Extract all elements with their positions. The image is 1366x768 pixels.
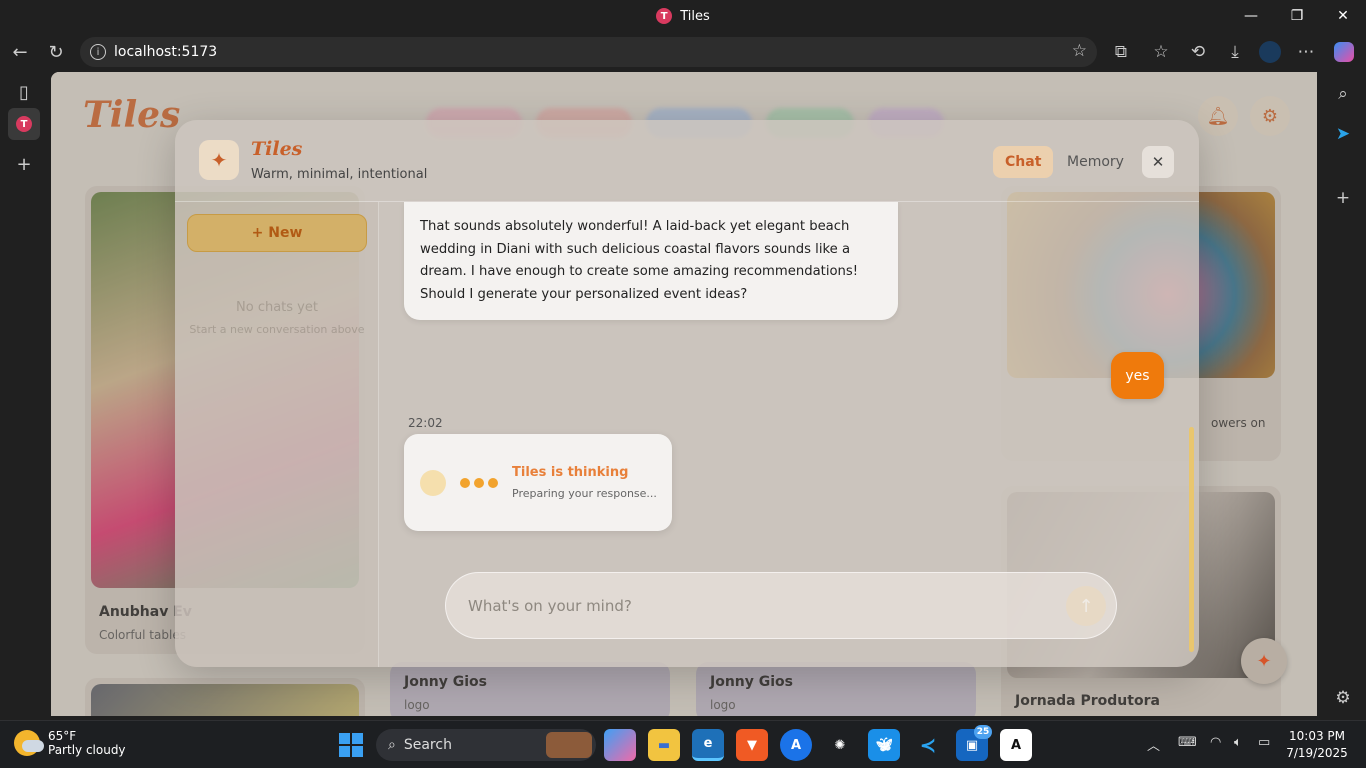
weather-desc: Partly cloudy — [48, 743, 126, 757]
thinking-subtitle: Preparing your response... — [512, 487, 657, 500]
notion-icon[interactable]: A — [1000, 729, 1032, 761]
address-bar[interactable]: i localhost:5173 ☆ — [80, 37, 1097, 67]
modal-title: Tiles — [251, 138, 303, 160]
weather-temp: 65°F — [48, 729, 77, 743]
thinking-title: Tiles is thinking — [512, 465, 629, 480]
keyboard-icon[interactable]: ⌨ — [1178, 735, 1197, 750]
modal-header: ✦ Tiles Warm, minimal, intentional Chat … — [175, 120, 1199, 202]
tiles-tab-favicon-icon: T — [16, 116, 32, 132]
message-composer: ↑ — [445, 572, 1117, 639]
close-window-icon[interactable]: ✕ — [1320, 0, 1366, 32]
close-modal-icon[interactable]: ✕ — [1142, 146, 1174, 178]
ai-assistant-fab-sparkle-icon[interactable]: ✦ — [1241, 638, 1287, 684]
tiles-favicon-icon: T — [656, 8, 673, 24]
reload-icon[interactable]: ↻ — [40, 36, 72, 68]
new-chat-button[interactable]: + New — [187, 214, 367, 252]
new-tab-icon[interactable]: + — [8, 148, 40, 180]
typing-dot — [488, 478, 498, 488]
search-icon[interactable]: ⌕ — [1327, 78, 1359, 110]
empty-chats-subtitle: Start a new conversation above — [189, 323, 365, 336]
sparkle-icon: ✦ — [199, 140, 239, 180]
tab-chat[interactable]: Chat — [993, 146, 1054, 178]
copilot-app-icon[interactable] — [604, 729, 636, 761]
sidebar-rail: ⌕ ➤ + ⚙ — [1320, 72, 1366, 720]
site-info-icon[interactable]: i — [90, 44, 106, 60]
window-title: Tiles — [680, 8, 710, 24]
title-bar: T Tiles — ❐ ✕ — [0, 0, 1366, 32]
partly-cloudy-icon — [14, 730, 44, 756]
message-input[interactable] — [468, 591, 1028, 621]
windows-start-icon[interactable] — [339, 733, 363, 757]
chat-messages-area[interactable]: That sounds absolutely wonderful! A laid… — [380, 202, 1199, 667]
minimize-icon[interactable]: — — [1228, 0, 1274, 32]
system-clock[interactable]: 10:03 PM 7/19/2025 — [1284, 728, 1350, 762]
extensions-icon[interactable]: ⧉ — [1105, 36, 1137, 68]
typing-dot — [460, 478, 470, 488]
clock-time: 10:03 PM — [1289, 729, 1345, 743]
sidebar-settings-icon[interactable]: ⚙ — [1327, 682, 1359, 714]
add-sidebar-app-icon[interactable]: + — [1327, 182, 1359, 214]
weather-widget[interactable]: 65°F Partly cloudy — [14, 729, 126, 757]
clock-date: 7/19/2025 — [1286, 746, 1348, 760]
wifi-icon[interactable]: ◠ — [1210, 735, 1221, 750]
send-arrow-icon[interactable]: ↑ — [1066, 586, 1106, 626]
assistant-avatar — [420, 470, 446, 496]
tab-tiles[interactable]: T — [8, 108, 40, 140]
message-timestamp: 22:02 — [408, 416, 443, 430]
page-viewport: Tiles 🔔︎ ⚙ Anubhav Ev Colorful tables Jo… — [51, 72, 1317, 716]
history-icon[interactable]: ⟲ — [1182, 36, 1214, 68]
window-title-group: T Tiles — [656, 8, 710, 24]
profile-avatar[interactable] — [1254, 36, 1286, 68]
taskbar: 65°F Partly cloudy ⌕ Search ▬ e ▼ A ✺ 🦋︎… — [0, 720, 1366, 768]
vscode-icon[interactable]: ≺ — [912, 729, 944, 761]
edge-browser-icon[interactable]: e — [692, 729, 724, 761]
bluesky-icon[interactable]: 🦋︎ — [868, 729, 900, 761]
assistant-message: That sounds absolutely wonderful! A laid… — [404, 202, 898, 320]
tray-overflow-chevron-icon[interactable]: ︿ — [1147, 735, 1160, 754]
search-highlight-image — [546, 732, 592, 758]
telegram-icon[interactable]: ➤ — [1327, 118, 1359, 150]
tab-actions-icon[interactable]: ▯ — [8, 76, 40, 108]
mail-count-badge: 25 — [974, 725, 992, 739]
file-explorer-icon[interactable]: ▬ — [648, 729, 680, 761]
vertical-tabs-rail: ▯ T + — [0, 72, 48, 720]
favorite-star-icon[interactable]: ☆ — [1072, 41, 1087, 61]
taskbar-search[interactable]: ⌕ Search — [376, 729, 596, 761]
tab-memory[interactable]: Memory — [1055, 146, 1136, 178]
copilot-icon[interactable] — [1328, 36, 1360, 68]
app-store-icon[interactable]: A — [780, 729, 812, 761]
search-label: Search — [403, 737, 452, 753]
address-text: localhost:5173 — [114, 44, 218, 60]
volume-icon[interactable]: 🔈︎ — [1234, 735, 1242, 750]
favorites-icon[interactable]: ☆ — [1145, 36, 1177, 68]
chat-history-sidebar: + New No chats yet Start a new conversat… — [175, 202, 379, 667]
browser-toolbar: ← ↻ i localhost:5173 ☆ ⧉ ☆ ⟲ ⤓ ⋯ — [0, 32, 1366, 72]
back-icon[interactable]: ← — [4, 36, 36, 68]
more-menu-icon[interactable]: ⋯ — [1290, 36, 1322, 68]
typing-dot — [474, 478, 484, 488]
empty-chats-title: No chats yet — [236, 300, 318, 315]
downloads-icon[interactable]: ⤓ — [1219, 36, 1251, 68]
chat-scrollbar[interactable] — [1189, 427, 1194, 652]
outlook-icon[interactable]: ▣ 25 — [956, 725, 992, 761]
chat-modal: ✦ Tiles Warm, minimal, intentional Chat … — [175, 120, 1199, 667]
modal-subtitle: Warm, minimal, intentional — [251, 167, 428, 182]
brave-browser-icon[interactable]: ▼ — [736, 729, 768, 761]
thinking-indicator: Tiles is thinking Preparing your respons… — [404, 434, 672, 531]
battery-icon[interactable]: ▭ — [1258, 735, 1270, 750]
restore-icon[interactable]: ❐ — [1274, 0, 1320, 32]
search-icon: ⌕ — [388, 737, 396, 753]
user-message: yes — [1111, 352, 1164, 399]
chatgpt-icon[interactable]: ✺ — [824, 729, 856, 761]
